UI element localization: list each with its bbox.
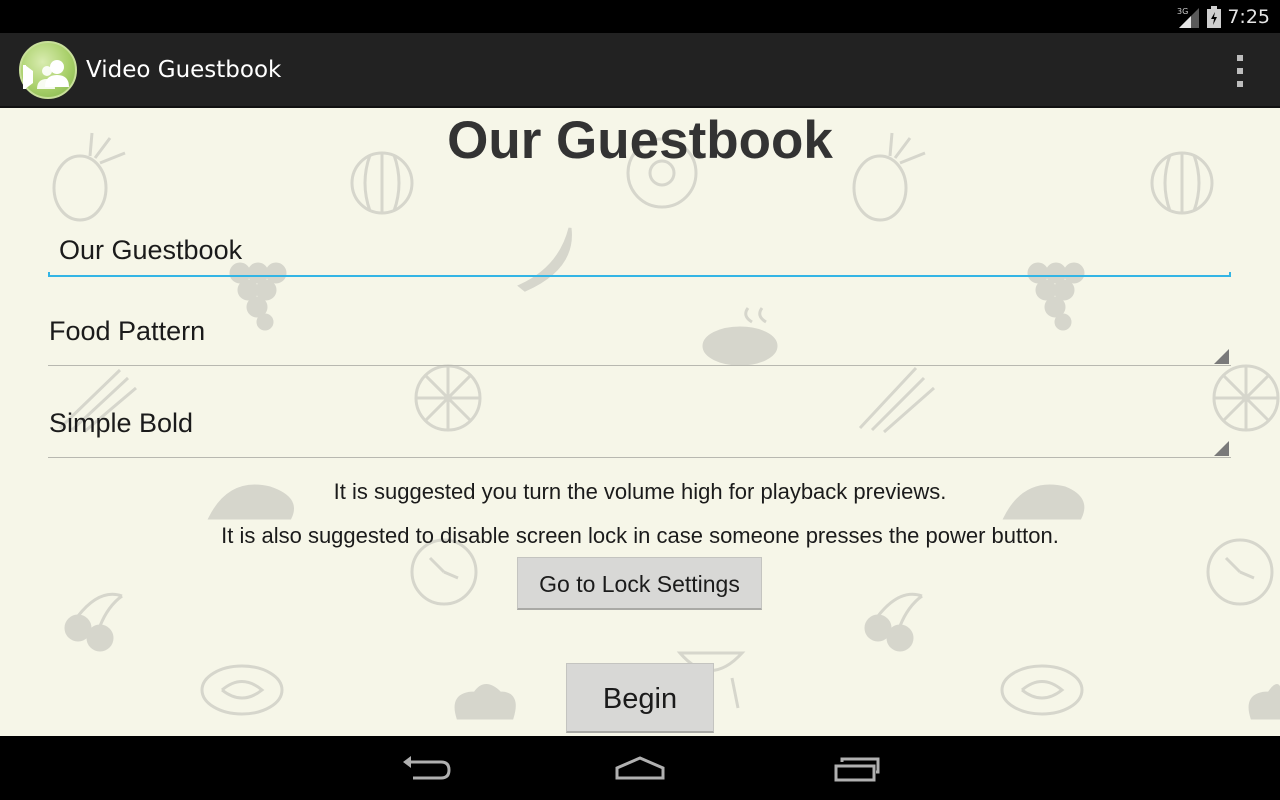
page-title: Our Guestbook	[447, 111, 833, 170]
pattern-spinner-underline	[48, 365, 1231, 366]
status-bar: 3G 7:25	[0, 0, 1280, 33]
lock-settings-button[interactable]: Go to Lock Settings	[517, 557, 762, 610]
cherries-icon	[864, 592, 923, 652]
cherries-icon	[64, 592, 123, 652]
status-icons: 3G 7:25	[1177, 4, 1270, 29]
guestbook-title-input[interactable]	[48, 224, 1231, 276]
screen-lock-hint: It is also suggested to disable screen l…	[221, 523, 1059, 548]
pattern-spinner-value: Food Pattern	[49, 316, 206, 346]
volume-hint: It is suggested you turn the volume high…	[333, 479, 947, 504]
battery-icon	[1207, 5, 1222, 28]
fish-icon	[1000, 664, 1084, 716]
font-spinner-value: Simple Bold	[49, 408, 194, 438]
font-spinner[interactable]: Simple Bold	[48, 398, 1231, 458]
font-spinner-underline	[48, 457, 1231, 458]
content-area: Our Guestbook Food Pattern Simple Bold I…	[0, 108, 1280, 736]
chef-hat-icon	[454, 684, 516, 720]
back-icon[interactable]	[379, 746, 469, 790]
begin-button[interactable]: Begin	[566, 663, 714, 733]
overflow-menu-icon[interactable]	[1230, 55, 1250, 87]
fish-icon	[200, 664, 284, 716]
title-input-underline	[48, 272, 1231, 277]
action-bar: Video Guestbook	[0, 33, 1280, 108]
pattern-spinner[interactable]: Food Pattern	[48, 306, 1231, 366]
recent-apps-icon[interactable]	[812, 746, 902, 790]
guestbook-app-icon[interactable]	[19, 41, 77, 99]
chef-hat-icon	[1248, 684, 1280, 720]
clock-pattern-icon	[1206, 538, 1274, 606]
people-icon	[23, 60, 69, 89]
signal-icon: 3G	[1177, 7, 1200, 28]
svg-text:3G: 3G	[1177, 7, 1188, 16]
clock: 7:25	[1227, 5, 1270, 28]
home-icon[interactable]	[595, 746, 685, 790]
spinner-arrow-icon	[1214, 441, 1229, 456]
clock-pattern-icon	[410, 538, 478, 606]
spinner-arrow-icon	[1214, 349, 1229, 364]
app-title: Video Guestbook	[86, 57, 282, 83]
navigation-bar	[0, 736, 1280, 800]
